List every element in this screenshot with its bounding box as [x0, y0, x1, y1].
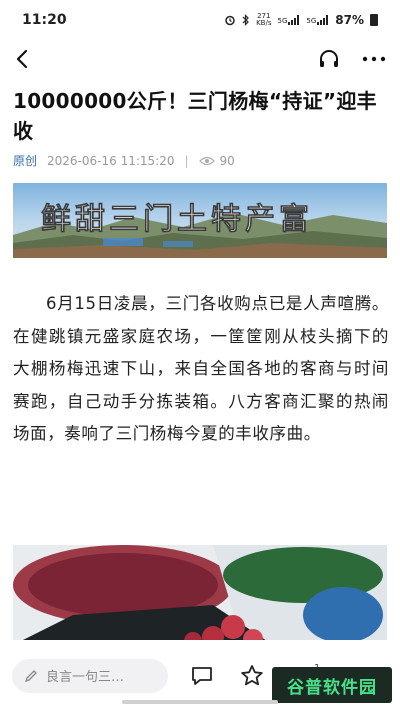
favorite-button[interactable] — [240, 664, 264, 687]
more-icon — [362, 56, 386, 62]
comment-button[interactable] — [190, 665, 214, 687]
battery-icon — [370, 14, 378, 26]
view-count: 90 — [198, 154, 235, 168]
article-meta: 原创 2026-06-16 11:15:20 | 90 — [13, 152, 235, 169]
comment-input[interactable]: 良言一句三… — [12, 658, 168, 693]
banner-image: 鲜甜三门土特产富 — [13, 183, 387, 258]
more-button[interactable] — [362, 56, 386, 62]
signal-icon-1: 5G — [277, 15, 300, 25]
pencil-icon — [24, 669, 37, 682]
watermark-logo: 谷普软件园 — [272, 667, 392, 703]
headphones-icon — [320, 50, 338, 67]
article-title: 10000000公斤！三门杨梅“持证”迎丰收 — [13, 89, 377, 143]
eye-icon — [198, 156, 215, 165]
banner-text: 鲜甜三门土特产富 — [41, 202, 313, 237]
comment-placeholder: 良言一句三… — [46, 670, 125, 685]
source-tag[interactable]: 原创 — [13, 152, 37, 169]
nav-bar — [0, 40, 400, 78]
battery-percent: 87% — [335, 13, 364, 27]
status-icons: 271 KB/s 5G 5G 87% — [224, 13, 378, 27]
article-photo — [13, 545, 387, 645]
meta-separator: | — [184, 153, 189, 168]
comment-icon — [192, 666, 212, 685]
star-icon — [241, 665, 263, 686]
alarm-icon — [225, 15, 235, 26]
home-indicator — [122, 700, 278, 704]
listen-button[interactable] — [318, 49, 340, 69]
banner-graphic: 鲜甜三门土特产富 — [13, 183, 387, 258]
article-body: 6月15日凌晨，三门各收购点已是人声喧腾。在健跳镇元盛家庭农场，一筐筐刚从枝头摘… — [13, 294, 389, 443]
bluetooth-icon — [242, 14, 249, 26]
back-button[interactable] — [14, 49, 30, 69]
signal-icon-2: 5G — [306, 15, 329, 25]
status-bar: 11:20 271 KB/s 5G 5G 87% — [0, 0, 400, 40]
publish-date: 2026-06-16 11:15:20 — [47, 153, 175, 168]
chevron-left-icon — [16, 49, 28, 69]
nav-actions — [318, 49, 386, 69]
net-speed: 271 KB/s — [256, 12, 272, 27]
status-time: 11:20 — [22, 12, 67, 28]
